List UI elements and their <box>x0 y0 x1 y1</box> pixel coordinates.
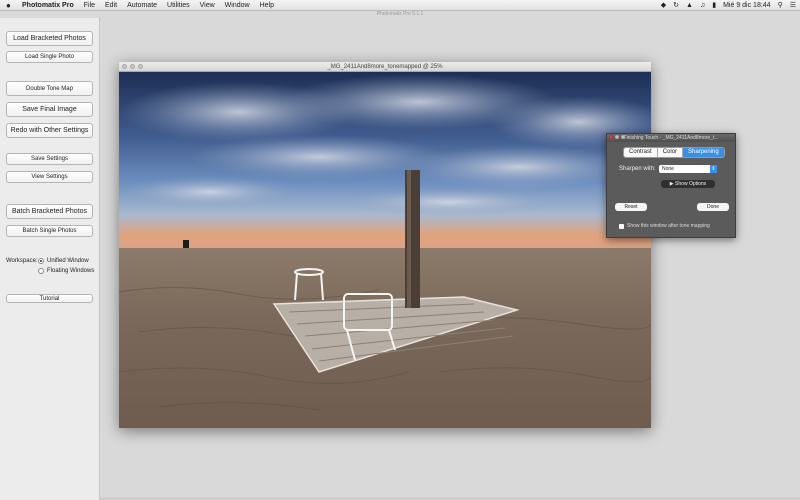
minimize-palette-icon[interactable] <box>615 135 619 139</box>
zoom-palette-icon[interactable] <box>621 135 625 139</box>
tab-color[interactable]: Color <box>657 148 684 157</box>
workspace-label: Workspace: <box>6 258 38 264</box>
save-final-image-button[interactable]: Save Final Image <box>6 102 93 117</box>
tutorial-button[interactable]: Tutorial <box>6 294 93 303</box>
radio-unselected-icon[interactable] <box>38 268 44 274</box>
workflow-panel: Load Bracketed Photos Load Single Photo … <box>0 18 100 500</box>
battery-icon[interactable]: ▮ <box>712 0 716 11</box>
menu-file[interactable]: File <box>84 0 95 11</box>
minimize-window-icon[interactable] <box>130 64 135 69</box>
batch-bracketed-photos-button[interactable]: Batch Bracketed Photos <box>6 204 93 219</box>
finishing-touch-palette: Finishing Touch - _MG_2411And8more_t... … <box>606 133 736 238</box>
menu-app-name[interactable]: Photomatix Pro <box>22 0 74 11</box>
menu-utilities[interactable]: Utilities <box>167 0 190 11</box>
app-window-title: Photomatix Pro 5.1.1 <box>376 11 424 17</box>
palette-window-controls <box>609 135 627 139</box>
image-window-titlebar[interactable]: _MG_2411And8more_tonemapped @ 25% <box>119 62 651 72</box>
image-window: _MG_2411And8more_tonemapped @ 25% <box>119 62 651 428</box>
tab-sharpening[interactable]: Sharpening <box>683 148 724 157</box>
checkbox-icon[interactable] <box>619 223 624 229</box>
status-area: ◆ ↻ ▲ ♫ ▮ Mié 9 dic 18:44 ⚲ ☰ <box>654 0 796 11</box>
close-window-icon[interactable] <box>122 64 127 69</box>
workspace-unified-radio[interactable]: Unified Window <box>38 258 89 264</box>
double-tone-map-button[interactable]: Double Tone Map <box>6 81 93 96</box>
menu-help[interactable]: Help <box>260 0 274 11</box>
load-single-photo-button[interactable]: Load Single Photo <box>6 51 93 63</box>
image-window-title: _MG_2411And8more_tonemapped @ 25% <box>327 64 443 70</box>
sharpen-with-label: Sharpen with: <box>619 166 656 172</box>
tab-contrast[interactable]: Contrast <box>624 148 658 157</box>
menu-bar: ● Photomatix Pro File Edit Automate Util… <box>0 0 800 11</box>
clock-text[interactable]: Mié 9 dic 18:44 <box>723 0 770 11</box>
menu-automate[interactable]: Automate <box>127 0 157 11</box>
menu-window[interactable]: Window <box>225 0 250 11</box>
save-settings-button[interactable]: Save Settings <box>6 153 93 165</box>
batch-single-photos-button[interactable]: Batch Single Photos <box>6 225 93 237</box>
sync-icon[interactable]: ↻ <box>673 0 679 11</box>
workspace-unified-label: Unified Window <box>47 258 89 264</box>
finishing-tabs: Contrast Color Sharpening <box>623 147 725 158</box>
reset-button[interactable]: Reset <box>615 203 647 211</box>
apple-menu-icon[interactable]: ● <box>6 0 14 11</box>
zoom-window-icon[interactable] <box>138 64 143 69</box>
show-options-label: Show Options <box>675 181 707 187</box>
sharpen-method-value: None <box>662 166 674 172</box>
show-options-button[interactable]: ▶ Show Options <box>661 180 715 188</box>
dropbox-icon[interactable]: ◆ <box>661 0 666 11</box>
close-palette-icon[interactable] <box>609 135 613 139</box>
window-controls <box>122 64 146 69</box>
done-button[interactable]: Done <box>697 203 729 211</box>
show-after-tonemap-label: Show this window after tone mapping <box>627 223 710 229</box>
sharpen-method-select[interactable]: None ⇕ <box>659 165 717 173</box>
wifi-icon[interactable]: ▲ <box>686 0 693 11</box>
tonemapped-photo <box>119 72 651 428</box>
select-arrows-icon: ⇕ <box>710 165 717 173</box>
radio-selected-icon[interactable] <box>38 258 44 264</box>
volume-icon[interactable]: ♫ <box>700 0 705 11</box>
notification-center-icon[interactable]: ☰ <box>790 0 796 11</box>
redo-with-other-settings-button[interactable]: Redo with Other Settings <box>6 123 93 138</box>
workspace-floating-label: Floating Windows <box>47 268 95 274</box>
workspace-floating-radio[interactable]: Floating Windows <box>38 268 94 274</box>
load-bracketed-photos-button[interactable]: Load Bracketed Photos <box>6 31 93 46</box>
menu-view[interactable]: View <box>200 0 215 11</box>
finishing-touch-titlebar[interactable]: Finishing Touch - _MG_2411And8more_t... <box>607 134 735 142</box>
finishing-touch-title: Finishing Touch - _MG_2411And8more_t... <box>623 135 719 141</box>
menu-edit[interactable]: Edit <box>105 0 117 11</box>
spotlight-search-icon[interactable]: ⚲ <box>778 0 783 11</box>
disclosure-triangle-icon: ▶ <box>669 181 674 187</box>
view-settings-button[interactable]: View Settings <box>6 171 93 183</box>
show-after-tonemap-checkbox[interactable]: Show this window after tone mapping <box>619 223 710 229</box>
